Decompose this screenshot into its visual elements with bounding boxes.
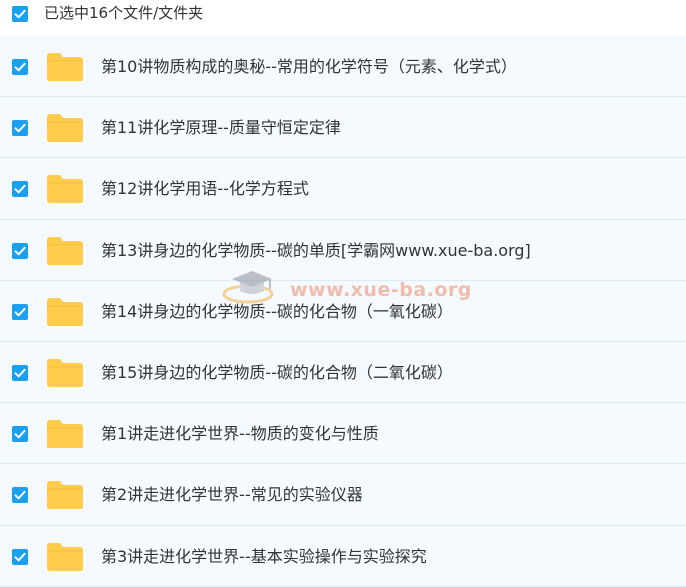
row-checkbox[interactable]: [12, 364, 28, 381]
row-checkbox[interactable]: [12, 181, 28, 198]
file-row[interactable]: 第3讲走进化学世界--基本实验操作与实验探究: [0, 525, 686, 587]
selection-count-label: 已选中16个文件/文件夹: [44, 4, 204, 22]
file-name[interactable]: 第15讲身边的化学物质--碳的化合物（二氧化碳）: [101, 362, 453, 384]
row-checkbox[interactable]: [12, 548, 28, 565]
check-icon: [14, 246, 26, 255]
file-name[interactable]: 第11讲化学原理--质量守恒定定律: [101, 117, 341, 139]
row-checkbox[interactable]: [12, 59, 28, 75]
file-row[interactable]: 第2讲走进化学世界--常见的实验仪器: [0, 464, 686, 526]
row-checkbox[interactable]: [12, 242, 28, 259]
row-checkbox[interactable]: [12, 426, 28, 443]
file-row[interactable]: 第10讲物质构成的奥秘--常用的化学符号（元素、化学式）: [0, 36, 686, 98]
file-name[interactable]: 第2讲走进化学世界--常见的实验仪器: [101, 484, 363, 506]
folder-icon: [47, 236, 83, 265]
check-icon: [14, 552, 26, 561]
folder-icon: [47, 175, 83, 204]
file-name[interactable]: 第12讲化学用语--化学方程式: [101, 178, 309, 200]
file-row[interactable]: 第12讲化学用语--化学方程式: [0, 158, 686, 220]
check-icon: [14, 185, 26, 194]
file-row[interactable]: 第15讲身边的化学物质--碳的化合物（二氧化碳）: [0, 341, 686, 404]
watermark: www.xue-ba.org: [222, 267, 472, 307]
folder-icon: [47, 53, 83, 81]
file-name[interactable]: 第10讲物质构成的奥秘--常用的化学符号（元素、化学式）: [101, 56, 517, 78]
check-icon: [14, 9, 26, 19]
watermark-text: www.xue-ba.org: [290, 279, 472, 301]
check-icon: [14, 62, 26, 72]
file-name[interactable]: 第1讲走进化学世界--物质的变化与性质: [101, 423, 379, 445]
graduation-cap-icon: [222, 271, 274, 304]
row-checkbox[interactable]: [12, 303, 28, 320]
check-icon: [14, 123, 26, 133]
folder-icon: [47, 481, 83, 510]
check-icon: [14, 429, 26, 439]
folder-icon: [47, 358, 83, 387]
select-all-checkbox[interactable]: [12, 6, 28, 22]
folder-icon: [47, 542, 83, 571]
file-name[interactable]: 第13讲身边的化学物质--碳的单质[学霸网www.xue-ba.org]: [101, 240, 531, 262]
file-row[interactable]: 第1讲走进化学世界--物质的变化与性质: [0, 403, 686, 465]
check-icon: [14, 307, 26, 317]
folder-icon: [47, 114, 83, 143]
file-name[interactable]: 第3讲走进化学世界--基本实验操作与实验探究: [101, 546, 427, 568]
selection-header: 已选中16个文件/文件夹: [0, 0, 686, 33]
row-checkbox[interactable]: [12, 487, 28, 504]
file-row[interactable]: 第11讲化学原理--质量守恒定定律: [0, 97, 686, 159]
check-icon: [14, 491, 26, 500]
folder-icon: [47, 420, 83, 449]
check-icon: [14, 368, 26, 378]
file-list: 第10讲物质构成的奥秘--常用的化学符号（元素、化学式） 第11讲化学原理--质…: [0, 36, 686, 587]
row-checkbox[interactable]: [12, 120, 28, 137]
folder-icon: [47, 297, 83, 326]
